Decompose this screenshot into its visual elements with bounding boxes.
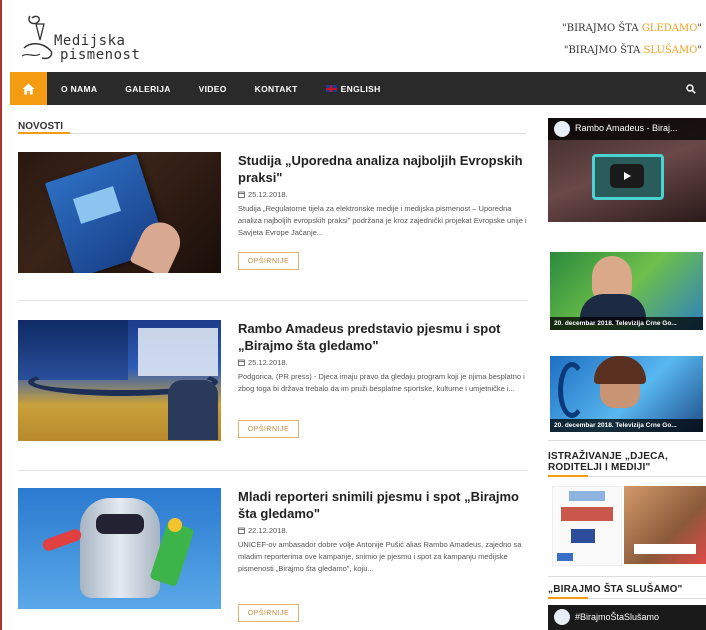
robot-object [168, 518, 182, 532]
section-divider-accent [18, 132, 70, 134]
sidebar-divider [548, 440, 706, 441]
sidebar-divider [548, 576, 706, 577]
article-title[interactable]: Rambo Amadeus predstavio pjesmu i spot „… [238, 320, 528, 354]
video-title: #BirajmoŠtaSlušamo [575, 612, 660, 622]
article-divider [18, 470, 528, 471]
article-date: 25.12.2018. [238, 358, 288, 367]
read-more-button[interactable]: OPŠIRNIJE [238, 252, 299, 270]
calendar-icon [238, 527, 245, 534]
sidebar-video-2[interactable]: 20. decembar 2018. Televizija Crne Go... [550, 252, 703, 330]
research-cover [552, 486, 622, 566]
cover-heading [561, 507, 613, 521]
sidebar-title-research: ISTRAŽIVANJE „DJECA, RODITELJI I MEDIJI" [548, 451, 668, 473]
channel-avatar [554, 121, 570, 137]
section-divider [18, 133, 526, 134]
robot-body [80, 498, 160, 598]
read-more-button[interactable]: OPŠIRNIJE [238, 604, 299, 622]
cover-mark [571, 529, 595, 543]
play-icon [624, 172, 631, 180]
article-excerpt: UNICEF-ov ambasador dobre volje Antonije… [238, 540, 522, 573]
research-banner[interactable] [548, 484, 706, 566]
logo-line-2: pismenost [60, 47, 141, 63]
logo-text: Medijska pismenost [54, 34, 140, 62]
search-icon [686, 83, 696, 94]
nav-item-english[interactable]: ENGLISH [312, 72, 395, 105]
video-title: Rambo Amadeus - Biraj... [575, 123, 678, 133]
nav-item-galerija[interactable]: GALERIJA [111, 72, 184, 105]
site-logo[interactable]: Medijska pismenost [20, 12, 160, 64]
article-thumbnail[interactable] [18, 488, 221, 609]
article-excerpt: Podgorica, (PR press) - Djeca imaju prav… [238, 372, 525, 393]
read-more-button[interactable]: OPŠIRNIJE [238, 420, 299, 438]
person-hair [594, 356, 646, 384]
article-date: 22.12.2018. [238, 526, 288, 535]
research-photo [624, 486, 706, 564]
play-button[interactable] [610, 164, 644, 188]
slogan-slusamo: "BIRAJMO ŠTA SLUŠAMO" [563, 45, 702, 56]
left-border [0, 0, 2, 630]
sidebar-title-accent [548, 475, 588, 477]
nav-home-button[interactable] [10, 72, 47, 105]
home-icon [22, 83, 35, 94]
nav-item-kontakt[interactable]: KONTAKT [241, 72, 312, 105]
calendar-icon [238, 191, 245, 198]
photo-label [634, 544, 696, 554]
article-card: Rambo Amadeus predstavio pjesmu i spot „… [18, 320, 528, 460]
article-card: Mladi reporteri snimili pjesmu i spot „B… [18, 488, 528, 630]
video-caption: 20. decembar 2018. Televizija Crne Go... [550, 317, 703, 330]
article-date: 25.12.2018. [238, 190, 288, 199]
sidebar-video-3[interactable]: 20. decembar 2018. Televizija Crne Go... [550, 356, 703, 432]
nav-item-english-label: ENGLISH [340, 83, 381, 94]
main-nav: O NAMA GALERIJA VIDEO KONTAKT ENGLISH [10, 72, 706, 105]
robot-arm-left [41, 527, 83, 553]
sidebar-title-accent [548, 597, 588, 599]
sidebar-video-4[interactable]: #BirajmoŠtaSlušamo [548, 605, 706, 630]
uk-flag-icon [325, 85, 337, 92]
slogan-gledamo: "BIRAJMO ŠTA GLEDAMO" [562, 23, 702, 34]
cover-flag [557, 553, 573, 561]
article-card: Studija „Uporedna analiza najboljih Evro… [18, 152, 528, 292]
article-thumbnail[interactable] [18, 152, 221, 273]
video-caption: 20. decembar 2018. Televizija Crne Go... [550, 419, 703, 432]
cover-logo [569, 491, 605, 501]
sidebar-title-listen: „BIRAJMO ŠTA SLUŠAMO" [548, 584, 683, 595]
nav-item-video[interactable]: VIDEO [185, 72, 241, 105]
article-divider [18, 300, 528, 301]
nav-search-button[interactable] [676, 72, 706, 105]
article-title[interactable]: Studija „Uporedna analiza najboljih Evro… [238, 152, 528, 186]
person-foreground [168, 380, 218, 440]
calendar-icon [238, 359, 245, 366]
site-header: Medijska pismenost "BIRAJMO ŠTA GLEDAMO"… [0, 0, 706, 72]
channel-avatar [554, 609, 570, 625]
nav-item-o-nama[interactable]: O NAMA [47, 72, 111, 105]
section-title-novosti: NOVOSTI [18, 121, 64, 132]
article-title[interactable]: Mladi reporteri snimili pjesmu i spot „B… [238, 488, 528, 522]
article-excerpt: Studija „Regulatorne tijela za elektrons… [238, 204, 527, 237]
header-slogans: "BIRAJMO ŠTA GLEDAMO" "BIRAJMO ŠTA SLUŠA… [562, 18, 702, 62]
article-thumbnail[interactable] [18, 320, 221, 441]
logo-line-1: Medijska [54, 33, 126, 49]
sidebar-video-1[interactable]: Rambo Amadeus - Biraj... [548, 118, 706, 222]
robot-visor [96, 514, 144, 534]
logo-arc [558, 362, 586, 418]
